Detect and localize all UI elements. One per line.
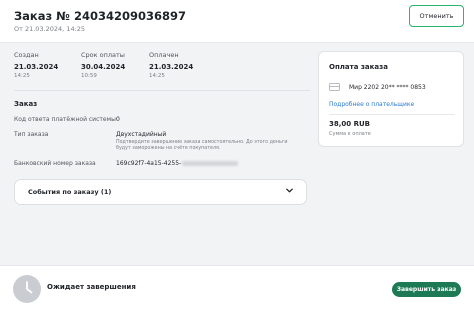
created-time: 14:25 [14, 73, 30, 79]
created-label: Создан [14, 51, 39, 59]
main-content: Создан 21.03.2024 14:25 Срок оплаты 30.0… [0, 43, 474, 265]
order-created-subtitle: От 21.03.2024, 14:25 [14, 25, 86, 33]
payment-card: Оплата заказа Мир 2202 20** **** 0853 По… [318, 51, 464, 147]
payment-amount-label: Сумма к оплате [329, 131, 371, 137]
due-date-block: Срок оплаты 30.04.2024 10:59 [81, 51, 125, 79]
order-status-text: Ожидает завершения [47, 283, 136, 291]
due-date: 30.04.2024 [81, 63, 126, 71]
order-events-label: События по заказу (1) [28, 188, 112, 196]
payer-details-link[interactable]: Подробнее о плательщике [329, 101, 414, 108]
response-code-label: Код ответа платёжной системы [14, 116, 116, 123]
order-type-value: Двухстадийный [116, 131, 167, 138]
status-footer: Ожидает завершения Завершить заказ [0, 265, 474, 311]
order-type-label: Тип заказа [14, 131, 49, 138]
payment-title: Оплата заказа [329, 63, 388, 71]
payment-divider [329, 114, 455, 115]
order-header: Заказ № 24034209036897 От 21.03.2024, 14… [0, 0, 474, 43]
paid-date-block: Оплачен 21.03.2024 14:25 [149, 51, 193, 79]
section-divider [14, 90, 310, 91]
order-section-title: Заказ [14, 100, 38, 108]
clock-icon [13, 275, 41, 303]
order-type-note: Подтвердите завершение заказа самостояте… [116, 140, 288, 151]
chevron-down-icon [286, 188, 293, 193]
bank-order-number-row: 169c92f7-4a15-4255- [116, 160, 239, 167]
paid-date: 21.03.2024 [149, 63, 194, 71]
due-label: Срок оплаты [81, 51, 125, 59]
credit-card-icon [329, 83, 340, 91]
created-date: 21.03.2024 [14, 63, 59, 71]
response-code-value: 0 [116, 116, 120, 123]
paid-label: Оплачен [149, 51, 179, 59]
order-events-accordion[interactable]: События по заказу (1) [14, 179, 307, 205]
cancel-order-button[interactable]: Отменить [409, 5, 464, 27]
created-date-block: Создан 21.03.2024 14:25 [14, 51, 58, 79]
bank-order-number-value: 169c92f7-4a15-4255- [116, 160, 182, 167]
redacted-text [182, 161, 239, 166]
paid-time: 14:25 [149, 73, 165, 79]
card-number: Мир 2202 20** **** 0853 [349, 84, 426, 91]
finish-order-button[interactable]: Завершить заказ [392, 282, 461, 297]
payment-amount: 38,00 RUB [329, 120, 370, 128]
bank-order-number-label: Банковский номер заказа [14, 160, 96, 167]
due-time: 10:59 [81, 73, 97, 79]
order-title: Заказ № 24034209036897 [14, 9, 187, 23]
